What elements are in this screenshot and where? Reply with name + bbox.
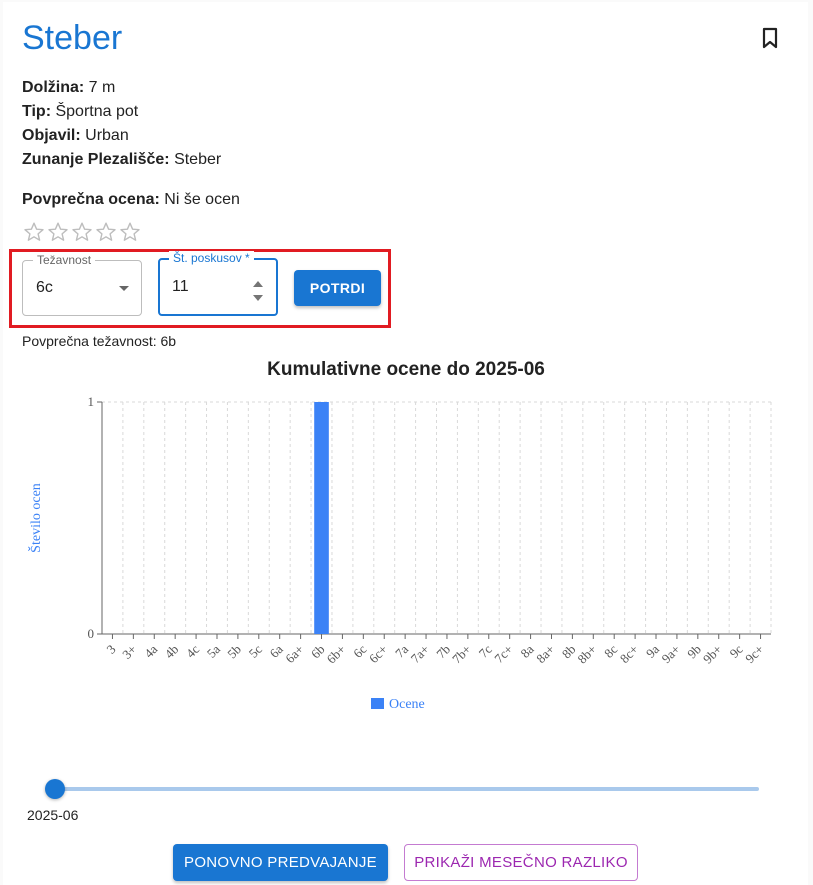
chart-title: Kumulativne ocene do 2025-06 (267, 359, 545, 380)
difficulty-value: 6c (36, 279, 53, 296)
cumulative-ratings-chart: Kumulativne ocene do 2025-06013 3+ 4a 4b 4c 5… (27, 359, 772, 712)
type-row: Tip: Športna pot (22, 100, 138, 124)
x-tick-label: 4b (161, 642, 181, 662)
x-tick-label: 6a (267, 641, 286, 660)
x-tick-label: 8a+ (533, 642, 557, 666)
x-tick-label: 4c (183, 641, 202, 660)
x-tick-label: 9b+ (700, 642, 725, 667)
x-tick-label: 7a+ (408, 642, 432, 666)
avg-difficulty: Povprečna težavnost: 6b (22, 333, 177, 349)
author-row: Objavil: Urban (22, 124, 129, 148)
month-slider[interactable] (45, 778, 761, 800)
x-tick-label: 9c+ (742, 642, 766, 666)
attempts-input[interactable] (172, 278, 242, 296)
crag-label: Zunanje Plezališče: (22, 151, 170, 168)
avg-rating-label: Povprečna ocena: (22, 191, 160, 208)
author-label: Objavil: (22, 127, 81, 144)
attempts-legend: Št. poskusov * (169, 251, 254, 265)
x-tick-label: 9a (643, 641, 662, 660)
x-tick-label: 6c+ (366, 642, 390, 666)
star-icon[interactable] (118, 220, 142, 244)
monthly-diff-button[interactable]: PRIKAŽI MESEČNO RAZLIKO (404, 844, 638, 881)
repredict-button[interactable]: PONOVNO PREDVAJANJE (173, 844, 388, 881)
slider-value-label: 2025-06 (27, 807, 79, 823)
avg-rating-value: Ni še ocen (164, 191, 240, 208)
difficulty-legend: Težavnost (33, 253, 96, 267)
crag-value: Steber (174, 151, 222, 168)
x-tick-label: 7c+ (491, 642, 515, 666)
attempts-field[interactable]: Št. poskusov * (158, 251, 278, 316)
x-tick-label: 5b (224, 642, 244, 662)
x-tick-label: 8c (601, 641, 620, 660)
length-label: Dolžina: (22, 79, 85, 96)
x-tick-label: 6c (350, 641, 369, 660)
route-title: Steber (22, 19, 123, 57)
submit-button[interactable]: POTRDI (294, 270, 381, 306)
decrement-icon[interactable] (252, 290, 264, 301)
length-row: Dolžina: 7 m (22, 76, 115, 100)
x-tick-label: 3 (103, 642, 118, 657)
y-tick-label: 0 (88, 626, 95, 641)
bookmark-icon[interactable] (760, 26, 780, 50)
avg-rating-row: Povprečna ocena: Ni še ocen (22, 188, 240, 212)
slider-rail (54, 787, 759, 791)
x-tick-label: 5a (204, 641, 223, 660)
difficulty-select[interactable]: Težavnost 6c (22, 253, 142, 316)
chevron-down-icon (119, 286, 129, 291)
legend-label: Ocene (389, 697, 425, 712)
x-tick-label: 7b+ (449, 642, 474, 667)
x-tick-label: 8c+ (617, 642, 641, 666)
star-icon[interactable] (46, 220, 70, 244)
increment-icon[interactable] (252, 276, 264, 287)
type-label: Tip: (22, 103, 52, 120)
author-value: Urban (85, 127, 129, 144)
y-tick-label: 1 (88, 394, 95, 409)
crag-row: Zunanje Plezališče: Steber (22, 148, 221, 172)
x-tick-label: 6b+ (324, 642, 349, 667)
x-tick-label: 6a+ (282, 642, 306, 666)
length-value: 7 m (88, 79, 116, 96)
slider-thumb[interactable] (45, 779, 65, 799)
bar-6b (314, 402, 329, 634)
star-icon[interactable] (70, 220, 94, 244)
x-tick-label: 7a (392, 641, 411, 660)
x-tick-label: 9a+ (659, 642, 683, 666)
x-tick-label: 7c (476, 641, 495, 660)
x-tick-label: 8a (517, 641, 536, 660)
star-rating[interactable] (22, 220, 142, 244)
star-icon[interactable] (94, 220, 118, 244)
legend-swatch (371, 698, 384, 709)
x-tick-label: 5c (246, 641, 265, 660)
type-value: Športna pot (55, 103, 139, 120)
x-tick-label: 8b+ (574, 642, 599, 667)
x-tick-label: 4a (141, 641, 160, 660)
x-tick-label: 9c (726, 641, 745, 660)
x-tick-label: 3+ (119, 642, 139, 662)
star-icon[interactable] (22, 220, 46, 244)
y-axis-label: Število ocen (27, 483, 44, 553)
